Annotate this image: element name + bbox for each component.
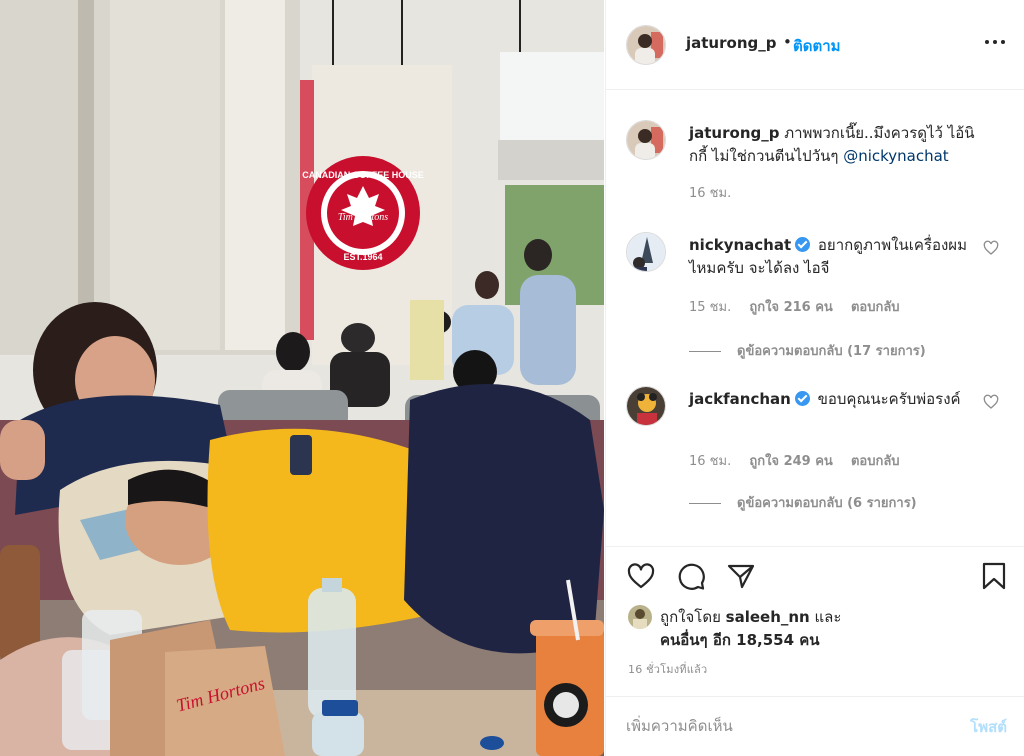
post-header: jaturong_p • ติดตาม: [606, 0, 1024, 90]
comment-icon[interactable]: [676, 561, 706, 591]
comments-list[interactable]: jaturong_p ภาพพวกเนี๊ย..มึงควรดูไว้ ไอ้น…: [606, 91, 1024, 546]
comment-likes-count[interactable]: ถูกใจ 249 คน: [749, 454, 832, 469]
comment-likes-count[interactable]: ถูกใจ 216 คน: [749, 300, 832, 315]
caption-username[interactable]: jaturong_p: [689, 124, 779, 142]
caption-avatar[interactable]: [626, 120, 666, 160]
post-comment-button[interactable]: โพสต์: [970, 715, 1007, 739]
comment-reply-button[interactable]: ตอบกลับ: [851, 300, 900, 315]
follow-separator: •: [783, 33, 792, 51]
comment-username[interactable]: nickynachat: [689, 236, 791, 254]
view-replies-button[interactable]: ดูข้อความตอบกลับ (17 รายการ): [689, 340, 926, 361]
view-replies-button[interactable]: ดูข้อความตอบกลับ (6 รายการ): [689, 492, 917, 513]
photo-scene: CANADIAN COFFEE HOUSE Tim Hortons EST.19…: [0, 0, 604, 756]
sign-bottom-text: EST.1964: [343, 252, 382, 262]
share-icon[interactable]: [726, 561, 756, 591]
sign-logo-text: Tim Hortons: [338, 212, 388, 223]
comment-avatar[interactable]: [626, 232, 666, 272]
liker-username[interactable]: saleeh_nn: [726, 608, 810, 626]
verified-badge-icon: [794, 391, 810, 406]
heart-icon[interactable]: [626, 561, 656, 591]
likes-text: ถูกใจโดย saleeh_nn และ คนอื่นๆ อีก 18,55…: [660, 606, 841, 652]
comment-text: nickynachat อยากดูภาพในเครื่องผมไหมครับ …: [689, 234, 984, 280]
author-avatar[interactable]: [626, 25, 666, 65]
caption-text: jaturong_p ภาพพวกเนี๊ย..มึงควรดูไว้ ไอ้น…: [689, 122, 984, 168]
bookmark-icon[interactable]: [979, 561, 1009, 591]
caption-time[interactable]: 16 ชม.: [689, 186, 731, 201]
liker-avatar[interactable]: [628, 605, 652, 629]
likes-others[interactable]: คนอื่นๆ อีก 18,554 คน: [660, 631, 820, 649]
comment-time[interactable]: 16 ชม.: [689, 454, 731, 469]
comment-like-heart-icon[interactable]: [983, 240, 999, 256]
post-timestamp[interactable]: 16 ชั่วโมงที่แล้ว: [628, 660, 707, 678]
caption-mention[interactable]: @nickynachat: [843, 147, 948, 165]
comment-reply-button[interactable]: ตอบกลับ: [851, 454, 900, 469]
verified-badge-icon: [795, 237, 811, 252]
likes-conj: และ: [814, 608, 842, 626]
comment-text: jackfanchan ขอบคุณนะครับพ่อรงค์: [689, 388, 984, 411]
comment-avatar[interactable]: [626, 386, 666, 426]
comment-input[interactable]: [626, 713, 946, 739]
author-username[interactable]: jaturong_p: [686, 34, 776, 52]
post-actions: ถูกใจโดย saleeh_nn และ คนอื่นๆ อีก 18,55…: [606, 546, 1024, 696]
caption-meta: 16 ชม.: [689, 182, 745, 203]
sign-top-text: CANADIAN COFFEE HOUSE: [302, 170, 424, 180]
comment-meta: 15 ชม. ถูกใจ 216 คน ตอบกลับ: [689, 296, 914, 317]
comment-meta: 16 ชม. ถูกใจ 249 คน ตอบกลับ: [689, 450, 914, 471]
add-comment-bar: โพสต์: [606, 696, 1024, 756]
post-side-panel: jaturong_p • ติดตาม jaturong_p ภาพพวกเนี…: [605, 0, 1024, 756]
more-horizontal-icon[interactable]: [983, 30, 1007, 54]
comment-like-heart-icon[interactable]: [983, 394, 999, 410]
comment-body: ขอบคุณนะครับพ่อรงค์: [817, 390, 961, 408]
follow-button[interactable]: ติดตาม: [793, 34, 841, 58]
post-photo[interactable]: CANADIAN COFFEE HOUSE Tim Hortons EST.19…: [0, 0, 604, 756]
comment-username[interactable]: jackfanchan: [689, 390, 791, 408]
likes-prefix: ถูกใจโดย: [660, 608, 721, 626]
comment-time[interactable]: 15 ชม.: [689, 300, 731, 315]
